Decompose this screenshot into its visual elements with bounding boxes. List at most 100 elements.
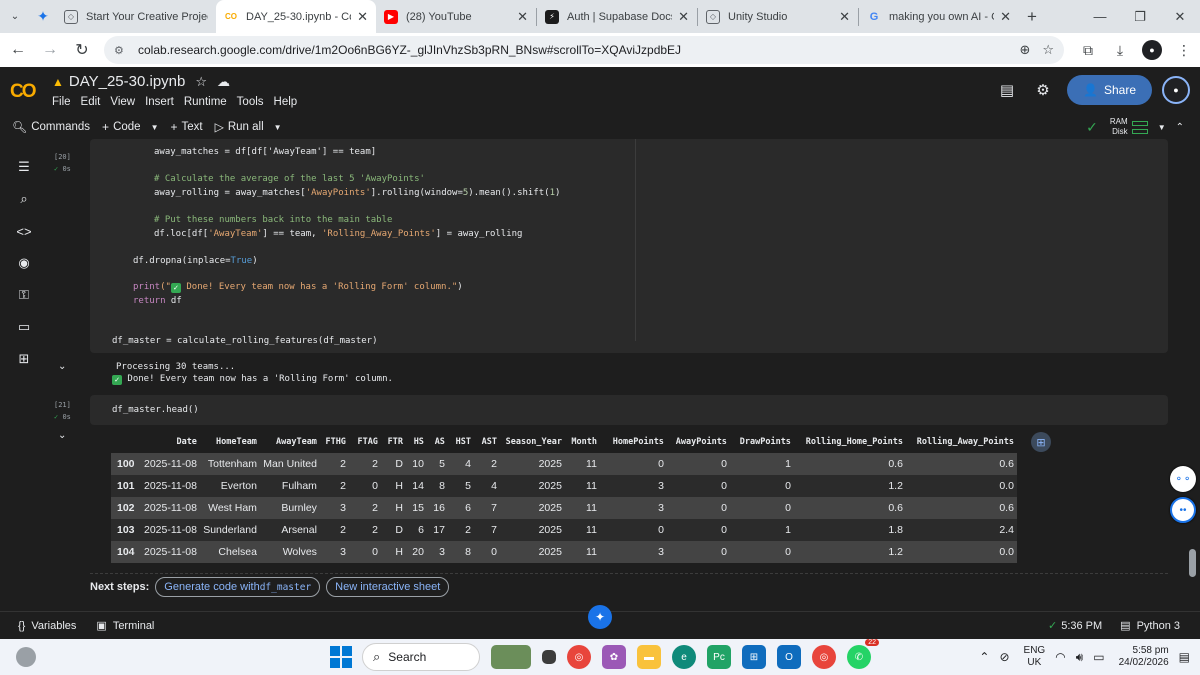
weather-icon[interactable] bbox=[16, 647, 36, 667]
browser-tab-google[interactable]: G making you own AI - Goo ✕ bbox=[859, 0, 1019, 33]
scrollbar-thumb[interactable] bbox=[1189, 549, 1196, 577]
edge-icon[interactable]: e bbox=[672, 645, 696, 669]
menu-edit[interactable]: Edit bbox=[81, 96, 101, 108]
copilot-icon[interactable]: ✿ bbox=[602, 645, 626, 669]
close-icon[interactable]: ✕ bbox=[839, 9, 850, 25]
back-icon[interactable]: ← bbox=[4, 36, 32, 64]
system-clock[interactable]: 5:58 pm 24/02/2026 bbox=[1119, 645, 1169, 669]
new-tab-button[interactable]: + bbox=[1019, 0, 1045, 33]
download-icon[interactable]: ⤓ bbox=[1104, 42, 1136, 59]
menu-file[interactable]: File bbox=[52, 96, 71, 108]
close-icon[interactable]: ✕ bbox=[517, 9, 528, 25]
browser-menu-icon[interactable]: ⋮ bbox=[1168, 42, 1200, 59]
menu-view[interactable]: View bbox=[110, 96, 135, 108]
code-cell-21[interactable]: df_master.head() bbox=[90, 395, 1168, 425]
secrets-key-icon[interactable]: ⚿ bbox=[0, 279, 48, 311]
interactive-table-icon[interactable]: ⊞ bbox=[1031, 432, 1051, 452]
floating-extension-icon[interactable]: ⚬⚬ bbox=[1170, 466, 1196, 492]
settings-gear-icon[interactable]: ⚙ bbox=[1025, 75, 1061, 105]
variables-button[interactable]: {} Variables bbox=[18, 620, 76, 632]
language-indicator[interactable]: ENG UK bbox=[1024, 645, 1046, 669]
execution-count[interactable]: [21] bbox=[54, 401, 71, 409]
windows-start-icon[interactable] bbox=[330, 646, 352, 668]
account-avatar[interactable]: ● bbox=[1162, 76, 1190, 104]
wifi-icon[interactable]: ◠ bbox=[1055, 650, 1065, 664]
widgets-icon[interactable] bbox=[491, 645, 531, 669]
close-icon[interactable]: ✕ bbox=[1000, 9, 1011, 25]
chevron-down-icon[interactable]: ▼ bbox=[274, 123, 282, 132]
runtime-dropdown-icon[interactable]: ▼ bbox=[1158, 123, 1166, 132]
url-text[interactable]: colab.research.google.com/drive/1m2Oo6nB… bbox=[138, 43, 1007, 57]
add-code-button[interactable]: + Code ▼ bbox=[102, 120, 158, 134]
browser-tab-youtube[interactable]: ▶ (28) YouTube ✕ bbox=[376, 0, 536, 33]
show-hidden-icons-chevron-icon[interactable]: ⌃ bbox=[979, 650, 989, 664]
notifications-off-icon[interactable]: ⊘ bbox=[999, 650, 1009, 664]
output-collapse-chevron-icon[interactable]: ⌄ bbox=[58, 430, 66, 441]
table-cell: Burnley bbox=[281, 502, 317, 514]
resource-meters[interactable] bbox=[1131, 120, 1148, 134]
browser-tab-start-creative[interactable]: ◇ Start Your Creative Projec bbox=[56, 0, 216, 33]
zoom-icon[interactable]: ⊕ bbox=[1019, 42, 1030, 58]
files-folder-icon[interactable]: ▭ bbox=[0, 311, 48, 343]
menu-tools[interactable]: Tools bbox=[237, 96, 264, 108]
bookmark-star-icon[interactable]: ☆ bbox=[1042, 42, 1054, 58]
collapse-header-icon[interactable]: ⌃ bbox=[1176, 122, 1184, 133]
star-icon[interactable]: ☆ bbox=[195, 74, 207, 90]
run-all-button[interactable]: ▷ Run all ▼ bbox=[215, 120, 282, 134]
url-bar[interactable]: ⚙ colab.research.google.com/drive/1m2Oo6… bbox=[104, 36, 1064, 64]
menu-insert[interactable]: Insert bbox=[145, 96, 174, 108]
terminal-button[interactable]: ▣ Terminal bbox=[96, 619, 154, 633]
browser-tab-colab[interactable]: CO DAY_25-30.ipynb - Colab ✕ bbox=[216, 0, 376, 33]
whatsapp-icon[interactable]: ✆ 22 bbox=[847, 639, 879, 669]
notebook-title[interactable]: DAY_25-30.ipynb bbox=[69, 73, 185, 90]
generate-code-button[interactable]: Generate code with df_master bbox=[155, 577, 321, 597]
reload-icon[interactable]: ↻ bbox=[68, 36, 96, 64]
comments-icon[interactable]: ▤ bbox=[989, 75, 1025, 105]
colab-logo[interactable]: CO bbox=[10, 81, 36, 103]
store-icon[interactable]: ⊞ bbox=[742, 645, 766, 669]
battery-icon[interactable]: ▭ bbox=[1093, 650, 1104, 664]
gemini-button-icon[interactable]: ✦ bbox=[588, 605, 612, 629]
floating-assistant-icon[interactable]: •• bbox=[1170, 497, 1196, 523]
site-settings-icon[interactable]: ⚙ bbox=[114, 44, 130, 57]
chrome-icon[interactable]: ◎ bbox=[567, 645, 591, 669]
volume-icon[interactable]: 🔊︎ bbox=[1076, 650, 1084, 665]
browser-tab-unity-studio[interactable]: ◇ Unity Studio ✕ bbox=[698, 0, 858, 33]
close-window-icon[interactable]: ✕ bbox=[1160, 0, 1200, 33]
execution-time-status[interactable]: 5:36 PM bbox=[1061, 620, 1102, 632]
restore-icon[interactable]: ❐ bbox=[1120, 0, 1160, 33]
add-text-button[interactable]: + Text bbox=[170, 120, 202, 134]
runtime-type-button[interactable]: ▤ Python 3 bbox=[1120, 619, 1180, 633]
notification-center-icon[interactable]: ▤ bbox=[1179, 650, 1190, 664]
execution-count[interactable]: [20] bbox=[54, 153, 71, 161]
close-icon[interactable]: ✕ bbox=[678, 9, 689, 25]
forward-icon[interactable]: → bbox=[36, 36, 64, 64]
code-cell-20[interactable]: away_matches = df[df['AwayTeam'] == team… bbox=[90, 139, 1168, 353]
pycharm-icon[interactable]: Pc bbox=[707, 645, 731, 669]
find-replace-icon[interactable]: ⌕ bbox=[0, 183, 48, 215]
browser-tab-supabase[interactable]: ⚡ Auth | Supabase Docs ✕ bbox=[537, 0, 697, 33]
menu-runtime[interactable]: Runtime bbox=[184, 96, 227, 108]
file-explorer-icon[interactable]: ▬ bbox=[637, 645, 661, 669]
share-button[interactable]: 👤 Share bbox=[1067, 75, 1152, 105]
notebook-scrollbar[interactable] bbox=[1185, 139, 1200, 611]
outlook-icon[interactable]: O bbox=[777, 645, 801, 669]
task-view-icon[interactable] bbox=[542, 650, 556, 664]
new-interactive-sheet-button[interactable]: New interactive sheet bbox=[326, 577, 450, 597]
chrome-profile-icon[interactable]: ◎ bbox=[812, 645, 836, 669]
profile-avatar[interactable]: ● bbox=[1142, 40, 1162, 60]
chevron-down-icon[interactable]: ▼ bbox=[151, 123, 159, 132]
tab-search-chevron-icon[interactable]: ⌄ bbox=[0, 0, 30, 33]
minimize-icon[interactable]: — bbox=[1080, 0, 1120, 33]
extensions-icon[interactable]: ⧉ bbox=[1072, 42, 1104, 59]
gemini-sparkle-icon[interactable]: ✦ bbox=[30, 0, 56, 33]
taskbar-search[interactable]: ⌕ Search bbox=[362, 643, 480, 671]
code-snippets-icon[interactable]: <> bbox=[0, 215, 48, 247]
variables-eye-icon[interactable]: ◉ bbox=[0, 247, 48, 279]
output-collapse-chevron-icon[interactable]: ⌄ bbox=[58, 361, 66, 372]
menu-help[interactable]: Help bbox=[274, 96, 298, 108]
commands-button[interactable]: 🔍︎ Commands bbox=[12, 120, 90, 134]
toc-icon[interactable]: ☰ bbox=[0, 151, 48, 183]
close-icon[interactable]: ✕ bbox=[357, 9, 368, 25]
data-table-icon[interactable]: ⊞ bbox=[0, 343, 48, 375]
